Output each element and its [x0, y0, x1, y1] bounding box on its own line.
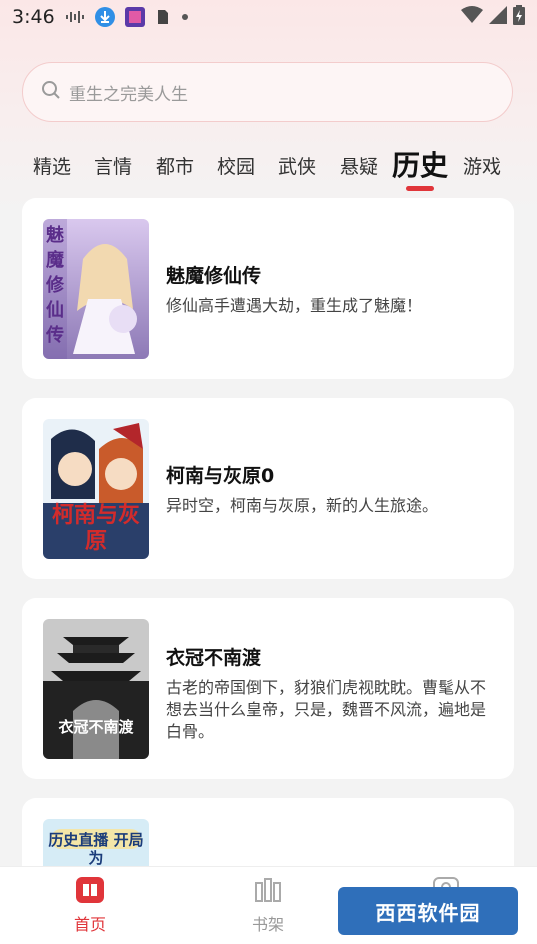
tab-xuanyi[interactable]: 悬疑 [340, 152, 378, 179]
audio-waveform-icon [65, 10, 85, 24]
cover-title-text: 衣冠不南渡 [58, 718, 134, 736]
watermark-logo: 西西软件园 [338, 887, 518, 935]
book-title[interactable]: 衣冠不南渡 [166, 643, 261, 670]
book-cover: 魅魔修仙传 [43, 219, 149, 359]
search-bar[interactable]: 重生之完美人生 [22, 62, 513, 122]
book-card[interactable]: 衣冠不南渡 衣冠不南渡 古老的帝国倒下，豺狼们虎视眈眈。曹髦从不想去当什么皇帝，… [22, 598, 514, 779]
tab-xiaoyuan[interactable]: 校园 [217, 152, 255, 179]
cover-title-text: 柯南与灰原 [51, 503, 140, 554]
status-bar: 3:46 [0, 0, 537, 34]
book-card[interactable]: 柯南与灰原 柯南与灰原0 异时空，柯南与灰原，新的人生旅途。 [22, 398, 514, 579]
home-book-icon [76, 877, 104, 907]
book-title[interactable]: 柯南与灰原0 [166, 461, 274, 488]
book-title[interactable]: 魅魔修仙传 [166, 261, 261, 288]
nav-bookshelf[interactable]: 书架 [228, 877, 308, 935]
download-icon [94, 7, 115, 27]
book-cover: 衣冠不南渡 [43, 619, 149, 759]
search-placeholder[interactable]: 重生之完美人生 [69, 80, 188, 105]
tab-lishi[interactable]: 历史 [392, 144, 448, 184]
battery-icon [513, 5, 525, 29]
status-right [461, 5, 525, 29]
tab-jingxuan[interactable]: 精选 [33, 152, 71, 179]
wifi-icon [461, 6, 483, 28]
tab-youxi[interactable]: 游戏 [463, 152, 501, 179]
tab-yanqing[interactable]: 言情 [94, 152, 132, 179]
book-description: 异时空，柯南与灰原，新的人生旅途。 [166, 496, 439, 515]
app-thumbnail-icon [124, 7, 145, 27]
book-cover: 柯南与灰原 [43, 419, 149, 559]
dot-icon [181, 13, 189, 21]
cover-title-text: 历史直播 开局为 [48, 831, 144, 867]
sim-card-icon [155, 9, 171, 25]
nav-bookshelf-label: 书架 [251, 915, 284, 934]
nav-home-label: 首页 [73, 915, 106, 934]
nav-home[interactable]: 首页 [50, 877, 130, 935]
book-card[interactable]: 魅魔修仙传 魅魔修仙传 修仙高手遭遇大劫，重生成了魅魔！ [22, 198, 514, 379]
bookshelf-icon [254, 878, 282, 907]
book-description: 古老的帝国倒下，豺狼们虎视眈眈。曹髦从不想去当什么皇帝，只是，魏晋不风流，遍地是… [166, 678, 487, 741]
tab-dushi[interactable]: 都市 [156, 152, 194, 179]
tab-wuxia[interactable]: 武侠 [278, 152, 316, 179]
signal-icon [489, 6, 507, 28]
category-tabs: 精选 言情 都市 校园 武侠 悬疑 历史 游戏 [0, 138, 537, 194]
search-icon [41, 80, 61, 104]
pagoda-cover-icon [43, 619, 149, 759]
book-description: 修仙高手遭遇大劫，重生成了魅魔！ [166, 296, 423, 315]
active-tab-indicator [406, 186, 434, 191]
cover-title-text: 魅魔修仙传 [46, 225, 64, 346]
watermark-text: 西西软件园 [375, 900, 481, 925]
status-time: 3:46 [12, 6, 55, 28]
